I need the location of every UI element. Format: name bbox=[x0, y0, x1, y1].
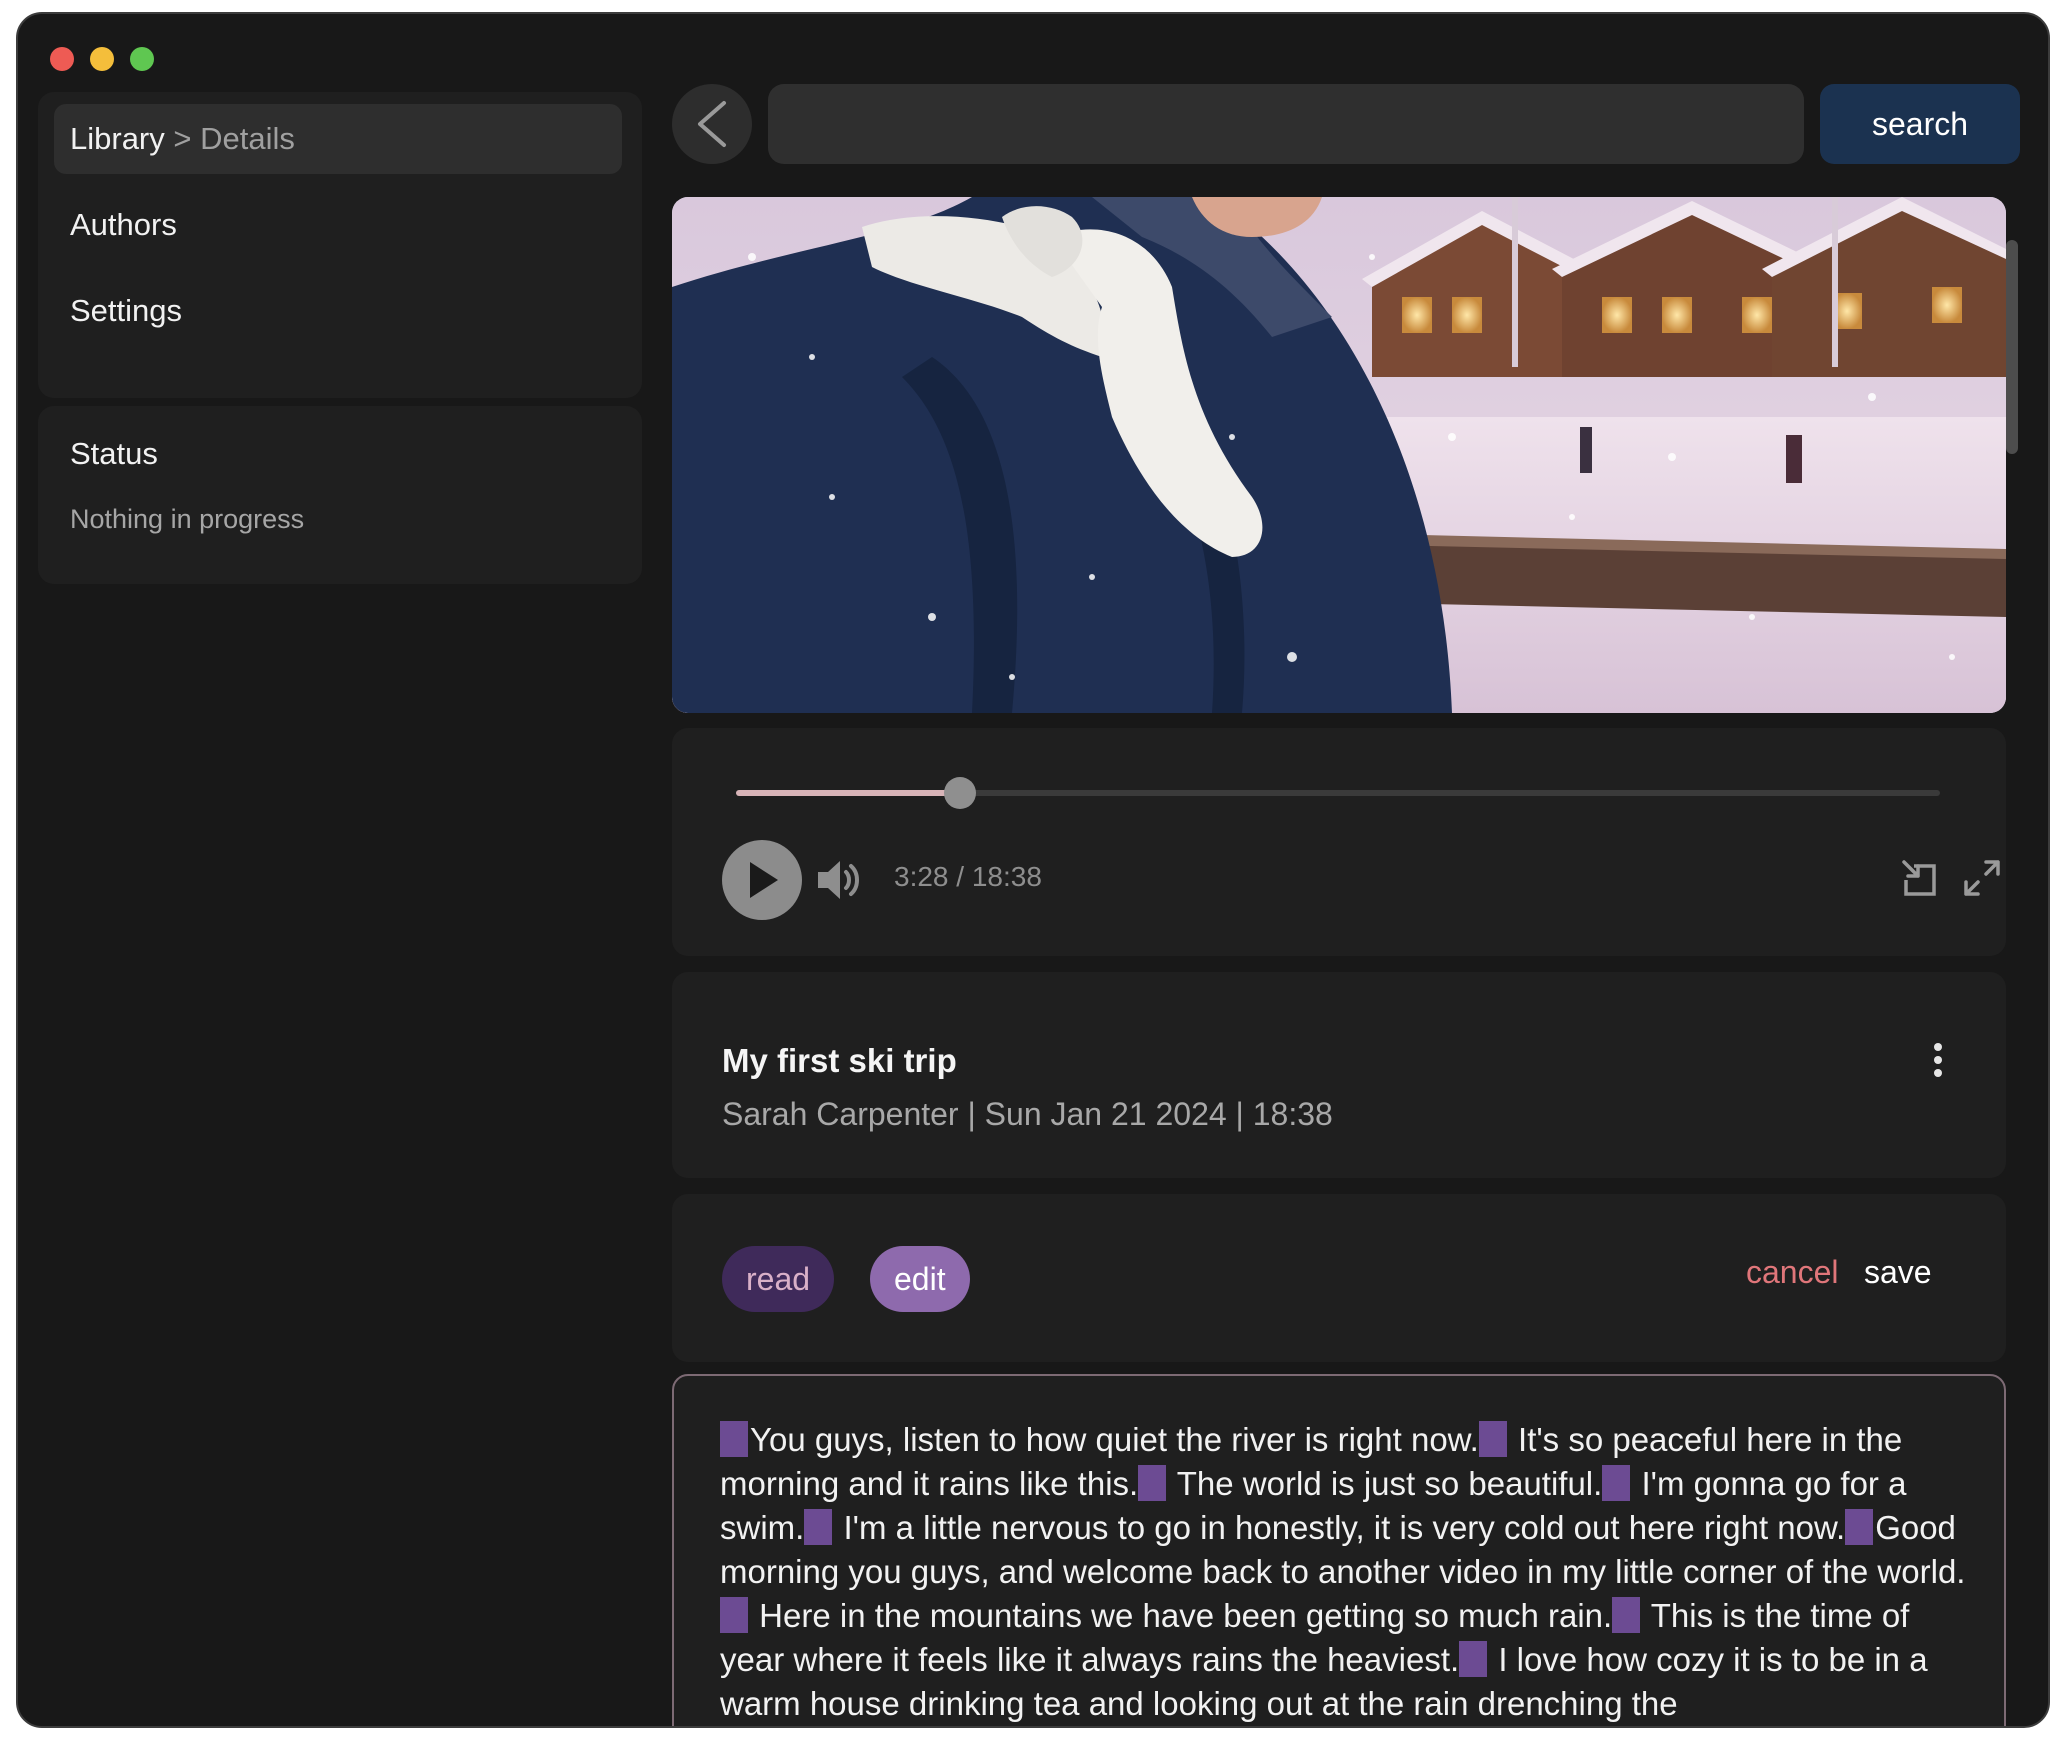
edit-mode-button[interactable]: edit bbox=[870, 1246, 970, 1312]
play-icon bbox=[750, 862, 778, 898]
sidebar-nav: Library > Details Authors Settings bbox=[38, 92, 642, 398]
progress-track[interactable] bbox=[736, 777, 1940, 809]
more-vertical-icon[interactable] bbox=[1932, 1042, 1944, 1078]
status-text: Nothing in progress bbox=[70, 504, 305, 534]
mode-bar: read edit cancel save bbox=[672, 1194, 2006, 1362]
maximize-window-button[interactable] bbox=[130, 47, 154, 71]
status-title: Status bbox=[70, 436, 158, 471]
segment-marker[interactable] bbox=[1602, 1465, 1631, 1501]
back-button[interactable] bbox=[672, 84, 752, 164]
segment-marker[interactable] bbox=[1478, 1421, 1507, 1457]
minimize-window-button[interactable] bbox=[90, 47, 114, 71]
sidebar-item-authors[interactable]: Authors bbox=[54, 190, 622, 260]
segment-marker[interactable] bbox=[720, 1597, 748, 1633]
breadcrumb-root[interactable]: Library bbox=[70, 121, 165, 156]
time-readout: 3:28 / 18:38 bbox=[894, 861, 1042, 892]
video-preview[interactable] bbox=[672, 197, 2006, 713]
picture-in-picture-icon[interactable] bbox=[1900, 858, 1940, 898]
player-controls: 3:28 / 18:38 bbox=[672, 728, 2006, 956]
transcript-text[interactable]: You guys, listen to how quiet the river … bbox=[720, 1418, 1970, 1726]
read-mode-button[interactable]: read bbox=[722, 1246, 835, 1312]
recording-title: My first ski trip bbox=[722, 1042, 957, 1079]
status-panel: Status Nothing in progress bbox=[38, 406, 642, 584]
sidebar-item-settings[interactable]: Settings bbox=[54, 276, 622, 346]
segment-marker[interactable] bbox=[720, 1421, 748, 1457]
segment-marker[interactable] bbox=[1459, 1641, 1488, 1677]
transcript-segment[interactable]: You guys, listen to how quiet the river … bbox=[750, 1421, 1479, 1458]
video-thumbnail-image bbox=[672, 197, 2006, 713]
volume-icon[interactable] bbox=[816, 858, 862, 902]
progress-thumb[interactable] bbox=[943, 777, 976, 809]
segment-marker[interactable] bbox=[804, 1509, 833, 1545]
save-button[interactable]: save bbox=[1864, 1254, 1932, 1291]
transcript-segment[interactable]: The world is just so beautiful. bbox=[1168, 1465, 1603, 1502]
close-window-button[interactable] bbox=[50, 47, 74, 71]
breadcrumb[interactable]: Library > Details bbox=[54, 104, 622, 174]
recording-info: My first ski trip Sarah Carpenter | Sun … bbox=[672, 972, 2006, 1178]
transcript-segment[interactable]: Here in the mountains we have been getti… bbox=[750, 1597, 1612, 1634]
chevron-left-icon bbox=[698, 101, 726, 147]
transcript-editor[interactable]: You guys, listen to how quiet the river … bbox=[672, 1374, 2006, 1726]
breadcrumb-separator: > bbox=[173, 121, 201, 156]
segment-marker[interactable] bbox=[1845, 1509, 1874, 1545]
recording-meta: Sarah Carpenter | Sun Jan 21 2024 | 18:3… bbox=[722, 1096, 1333, 1132]
segment-marker[interactable] bbox=[1612, 1597, 1641, 1633]
traffic-lights bbox=[50, 47, 154, 71]
search-button[interactable]: search bbox=[1820, 84, 2020, 164]
transcript-segment[interactable]: I'm a little nervous to go in honestly, … bbox=[834, 1509, 1845, 1546]
fullscreen-icon[interactable] bbox=[1962, 858, 2002, 898]
app-window: Library > Details Authors Settings Statu… bbox=[16, 12, 2050, 1728]
play-button[interactable] bbox=[722, 840, 802, 920]
segment-marker[interactable] bbox=[1138, 1465, 1167, 1501]
progress-fill bbox=[736, 790, 960, 796]
search-input[interactable] bbox=[768, 84, 1804, 164]
breadcrumb-current: Details bbox=[200, 121, 295, 156]
content-scrollbar[interactable] bbox=[2006, 240, 2018, 454]
cancel-button[interactable]: cancel bbox=[1746, 1254, 1839, 1291]
